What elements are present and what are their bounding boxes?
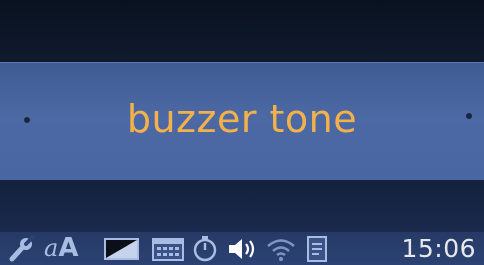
device-display: buzzer tone aA 15:06 [0,0,484,265]
font-icon-large-letter: A [58,233,79,263]
timer-icon[interactable] [191,235,219,263]
clock: 15:06 [401,234,476,263]
document-icon[interactable] [304,235,330,263]
calendar-icon[interactable] [151,236,185,264]
font-icon-small-letter: a [44,234,59,262]
brightness-icon[interactable] [103,236,141,264]
wrench-icon[interactable] [6,235,36,263]
font-size-icon[interactable]: aA [44,233,78,263]
mode-title: buzzer tone [126,97,358,141]
top-empty-area [0,0,484,62]
lower-empty-area [0,180,484,232]
wifi-icon[interactable] [264,236,298,264]
volume-icon[interactable] [226,236,258,264]
